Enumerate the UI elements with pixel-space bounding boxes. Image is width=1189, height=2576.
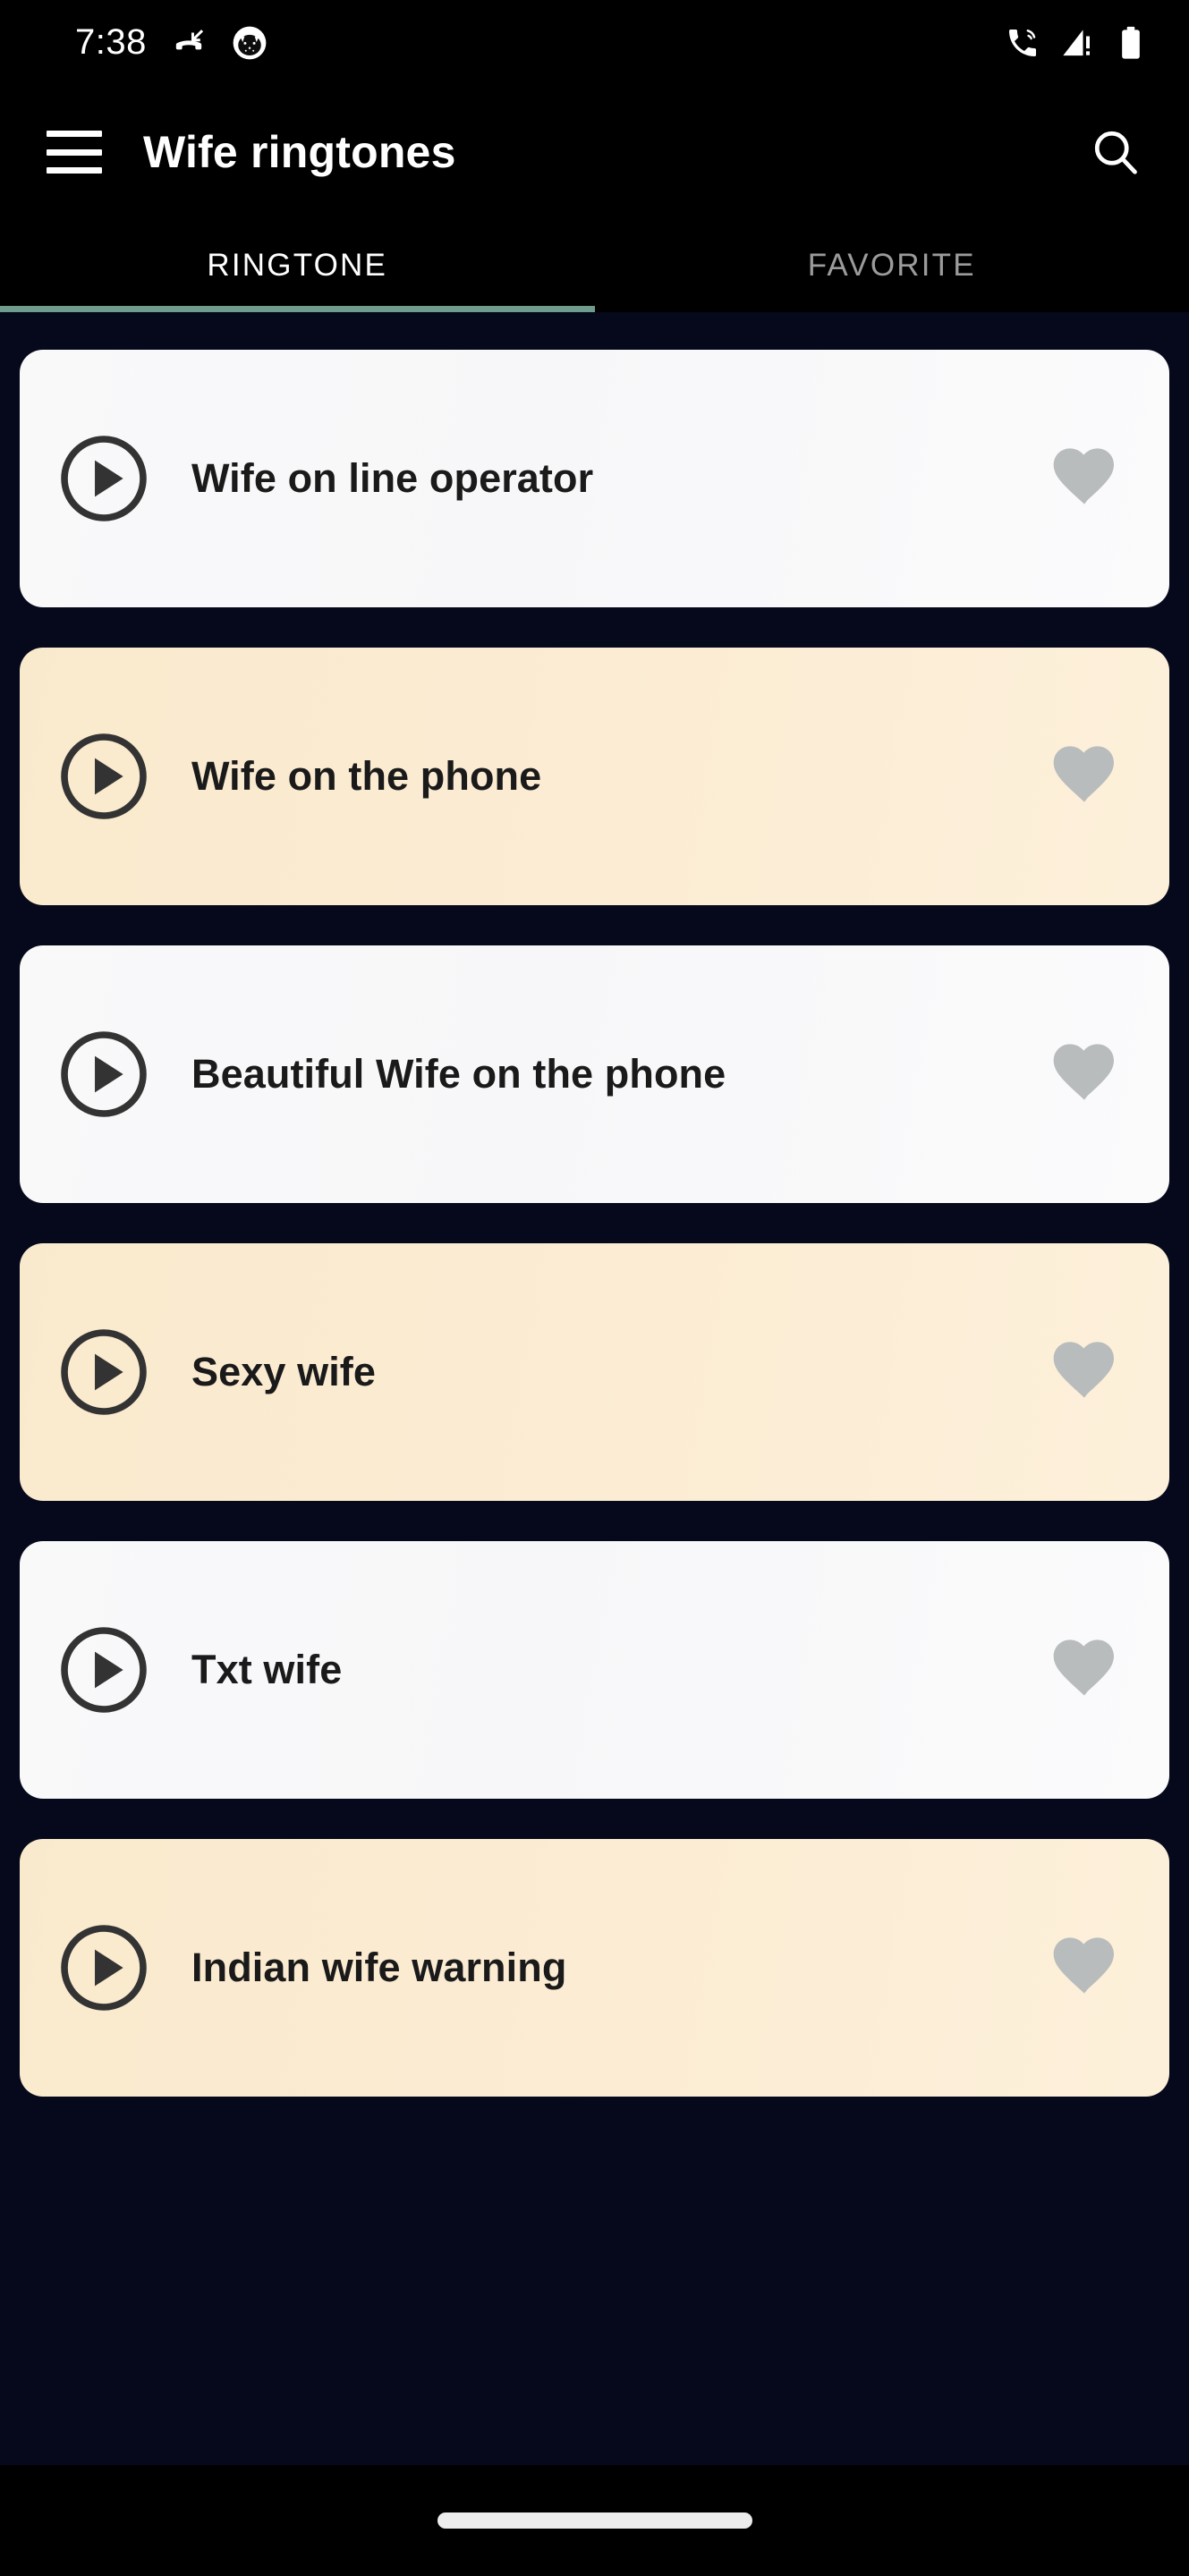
search-icon[interactable]	[1082, 118, 1150, 186]
ringtone-row[interactable]: Sexy wife	[20, 1243, 1169, 1501]
tab-favorite[interactable]: FAVORITE	[595, 219, 1189, 312]
status-bar-right	[1005, 25, 1146, 61]
ringtone-list: Wife on line operator Wife on the phone	[0, 312, 1189, 2465]
phone-ringer-icon	[1005, 25, 1040, 61]
hamburger-menu-icon[interactable]	[47, 131, 102, 174]
ringtone-title: Beautiful Wife on the phone	[191, 1051, 726, 1097]
signal-no-sim-icon	[1060, 25, 1096, 61]
play-circle-icon[interactable]	[57, 1326, 150, 1419]
heart-icon[interactable]	[1046, 1334, 1123, 1411]
ringtone-row[interactable]: Beautiful Wife on the phone	[20, 945, 1169, 1203]
play-circle-icon[interactable]	[57, 1921, 150, 2014]
app-screen: 7:38 Wife ringtones RINGTONE FAVORITE Wi…	[0, 0, 1189, 2576]
status-bar: 7:38	[0, 0, 1189, 85]
hamburger-bar-2	[47, 148, 102, 156]
tab-favorite-label: FAVORITE	[807, 248, 976, 283]
heart-icon[interactable]	[1046, 440, 1123, 517]
play-circle-icon[interactable]	[57, 1623, 150, 1716]
ringtone-title: Wife on the phone	[191, 753, 542, 799]
heart-icon[interactable]	[1046, 1631, 1123, 1708]
navigation-bar	[0, 2465, 1189, 2576]
tab-active-indicator	[0, 306, 595, 312]
tab-bar: RINGTONE FAVORITE	[0, 219, 1189, 312]
play-circle-icon[interactable]	[57, 432, 150, 525]
ringtone-row[interactable]: Wife on line operator	[20, 350, 1169, 607]
ringtone-row[interactable]: Txt wife	[20, 1541, 1169, 1799]
home-gesture-pill[interactable]	[437, 2512, 752, 2529]
app-notification-icon	[231, 24, 268, 62]
heart-icon[interactable]	[1046, 1036, 1123, 1113]
status-bar-clock: 7:38	[75, 22, 147, 62]
heart-icon[interactable]	[1046, 738, 1123, 815]
status-bar-left: 7:38	[75, 22, 268, 63]
page-title: Wife ringtones	[143, 127, 456, 177]
ringtone-title: Indian wife warning	[191, 1945, 567, 1990]
ringtone-title: Wife on line operator	[191, 455, 594, 501]
tab-ringtone-label: RINGTONE	[207, 248, 388, 283]
ringtone-row[interactable]: Indian wife warning	[20, 1839, 1169, 2097]
hamburger-bar-1	[47, 131, 102, 137]
play-circle-icon[interactable]	[57, 730, 150, 823]
hamburger-bar-3	[47, 167, 102, 174]
ringtone-title: Txt wife	[191, 1647, 343, 1692]
tab-ringtone[interactable]: RINGTONE	[0, 219, 595, 312]
ringtone-row[interactable]: Wife on the phone	[20, 648, 1169, 905]
battery-full-icon	[1116, 25, 1146, 61]
app-bar: Wife ringtones	[0, 85, 1189, 219]
missed-call-icon	[170, 24, 208, 62]
heart-icon[interactable]	[1046, 1929, 1123, 2006]
play-circle-icon[interactable]	[57, 1028, 150, 1121]
ringtone-title: Sexy wife	[191, 1349, 377, 1394]
